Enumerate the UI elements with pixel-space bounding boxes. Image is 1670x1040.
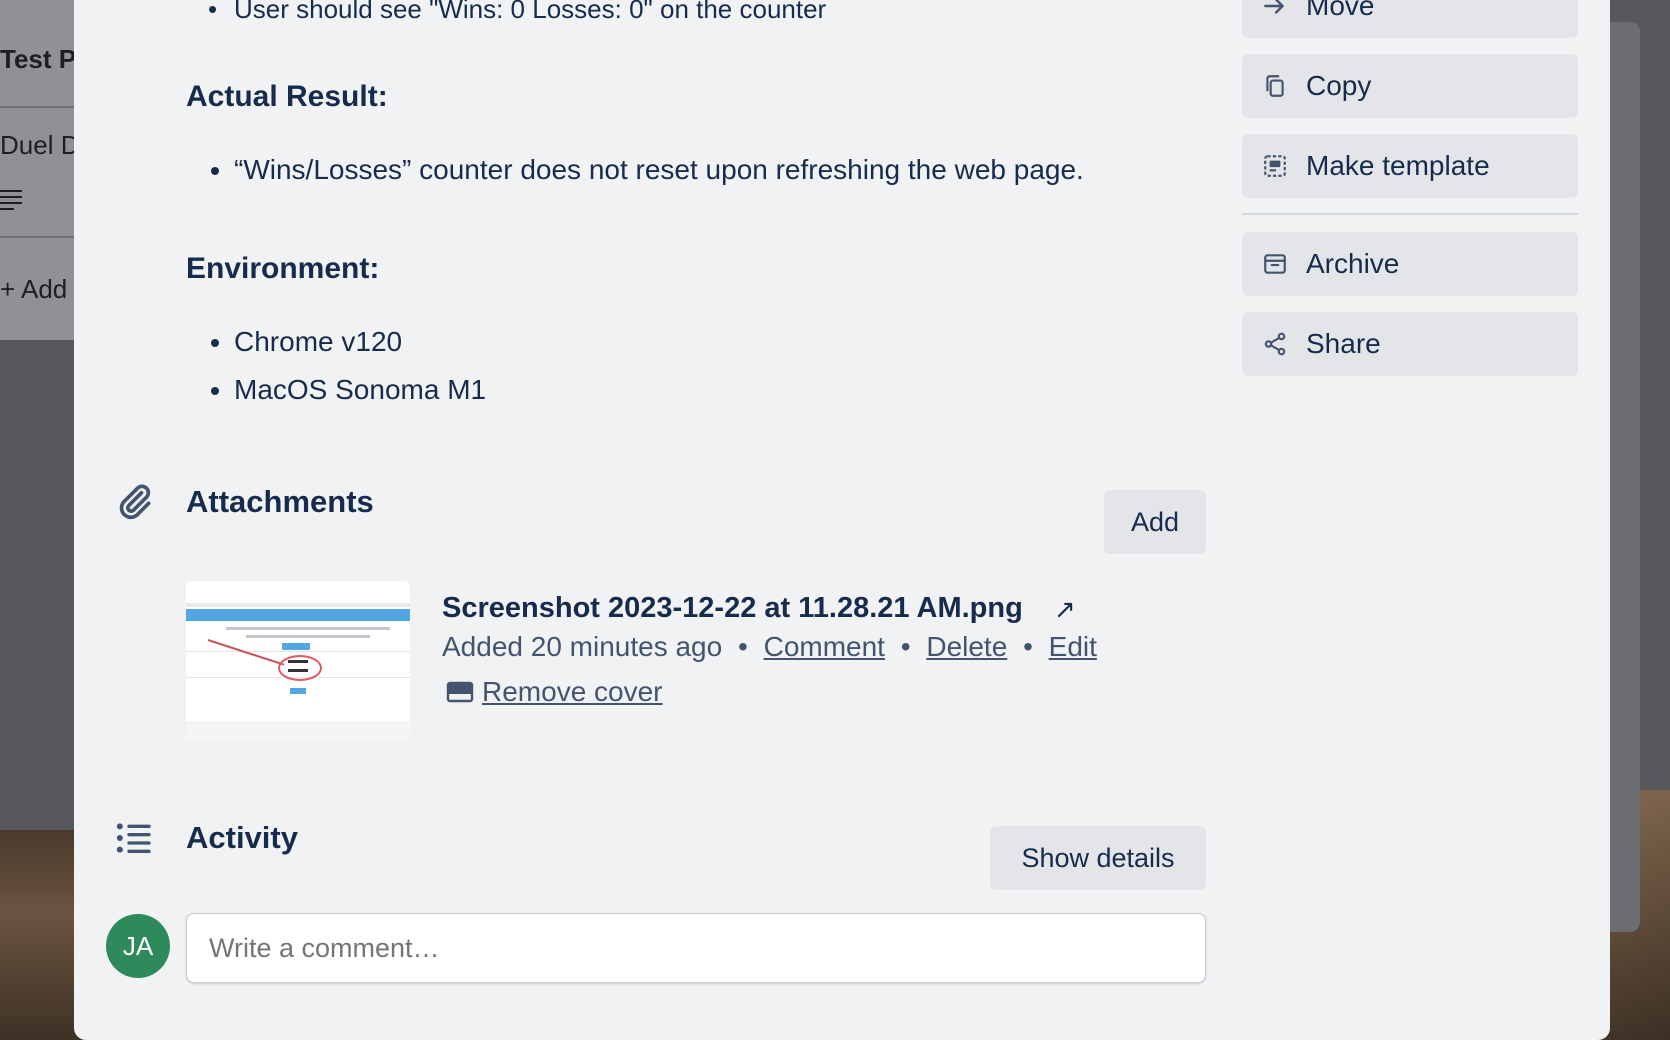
share-button[interactable]: Share <box>1242 312 1578 376</box>
paperclip-icon <box>119 484 151 520</box>
environment-heading: Environment: <box>186 252 380 285</box>
arrow-right-icon <box>1264 0 1284 14</box>
copy-icon <box>1266 75 1284 97</box>
attachment-edit-link[interactable]: Edit <box>1049 631 1097 662</box>
attachment-delete-link[interactable]: Delete <box>926 631 1007 662</box>
card-cover-icon <box>446 681 474 703</box>
background-list-title: Test Pl <box>0 44 84 74</box>
actual-result-list: “Wins/Losses” counter does not reset upo… <box>186 146 1084 194</box>
show-details-button[interactable]: Show details <box>990 826 1206 890</box>
background-card-title: Duel D <box>0 130 80 160</box>
remove-cover-row[interactable]: Remove cover <box>446 676 663 708</box>
list-item: “Wins/Losses” counter does not reset upo… <box>234 146 1084 194</box>
description-truncated-line: User should see "Wins: 0 Losses: 0" on t… <box>208 0 826 22</box>
share-icon <box>1264 332 1286 356</box>
attachment-added-time: Added 20 minutes ago <box>442 631 723 662</box>
activity-title: Activity <box>186 820 298 855</box>
card-main-column: User should see "Wins: 0 Losses: 0" on t… <box>74 0 1234 1040</box>
template-icon <box>1264 155 1286 177</box>
environment-list: Chrome v120 MacOS Sonoma M1 <box>186 318 486 414</box>
move-button[interactable]: Move <box>1242 0 1578 38</box>
activity-list-icon <box>116 823 151 853</box>
actual-result-heading: Actual Result: <box>186 80 388 113</box>
attachments-title: Attachments <box>186 484 374 519</box>
list-item: Chrome v120 <box>234 318 486 366</box>
plus-icon: + <box>0 274 21 304</box>
avatar[interactable]: JA <box>106 914 170 978</box>
remove-cover-link[interactable]: Remove cover <box>482 676 663 708</box>
list-item: MacOS Sonoma M1 <box>234 366 486 414</box>
description-indicator-icon <box>0 190 22 214</box>
attachment-thumbnail[interactable] <box>186 581 410 741</box>
make-template-button[interactable]: Make template <box>1242 134 1578 198</box>
comment-input[interactable] <box>186 913 1206 983</box>
card-detail-modal: User should see "Wins: 0 Losses: 0" on t… <box>74 0 1610 1040</box>
archive-icon <box>1264 254 1286 274</box>
copy-button[interactable]: Copy <box>1242 54 1578 118</box>
background-add-card: + Add <box>0 274 68 304</box>
attachment-comment-link[interactable]: Comment <box>764 631 885 662</box>
sidebar-divider <box>1242 213 1578 215</box>
attachment-name[interactable]: Screenshot 2023-12-22 at 11.28.21 AM.png <box>442 592 1023 625</box>
open-external-icon[interactable]: ↗ <box>1054 594 1076 625</box>
attachment-meta: Added 20 minutes ago • Comment • Delete … <box>442 631 1097 662</box>
archive-button[interactable]: Archive <box>1242 232 1578 296</box>
add-attachment-button[interactable]: Add <box>1104 490 1206 554</box>
